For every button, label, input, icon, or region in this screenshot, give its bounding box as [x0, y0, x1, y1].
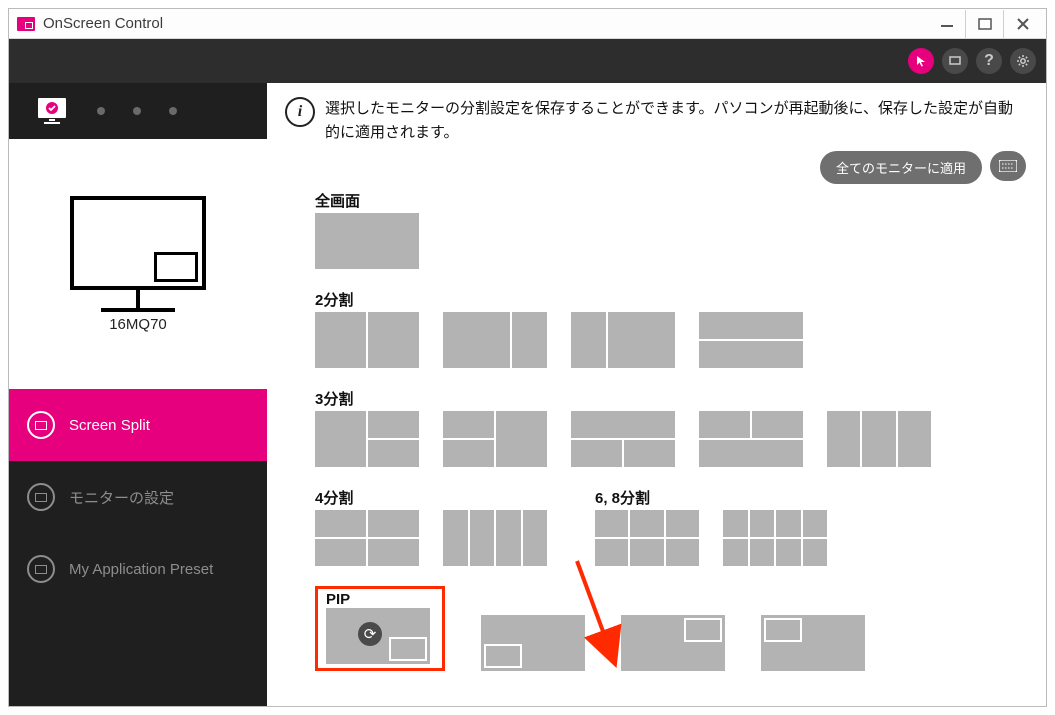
section-title: 全画面 [315, 190, 1026, 211]
nav-screen-split[interactable]: Screen Split [9, 389, 267, 461]
info-icon: i [285, 97, 315, 127]
section-title: 3分割 [315, 388, 1026, 409]
nav-label: モニターの設定 [69, 487, 174, 508]
sidebar-tab-active-icon[interactable] [35, 96, 69, 126]
layout-3-bottom[interactable] [699, 411, 803, 467]
section-fullscreen: 全画面 [315, 190, 1026, 269]
layout-2-horizontal[interactable] [699, 312, 803, 368]
layout-pip-bottom-left[interactable] [481, 615, 585, 671]
section-title: 2分割 [315, 289, 1026, 310]
description-text: 選択したモニターの分割設定を保存することができます。パソコンが再起動後に、保存し… [325, 97, 1026, 145]
gear-icon[interactable] [1010, 48, 1036, 74]
toolbar: ? [9, 39, 1046, 83]
layout-3-left[interactable] [315, 411, 419, 467]
layout-2-vertical[interactable] [315, 312, 419, 368]
maximize-button[interactable] [966, 10, 1004, 38]
monitor-icon [70, 196, 206, 290]
layout-8[interactable] [723, 510, 827, 566]
close-button[interactable] [1004, 10, 1042, 38]
pip-highlight-box: PIP ⟳ [315, 586, 445, 671]
section-3split: 3分割 [315, 388, 1026, 467]
monitor-preview: 16MQ70 [9, 139, 267, 389]
app-window: OnScreen Control ? [8, 8, 1047, 707]
screen-split-icon [27, 411, 55, 439]
layout-6[interactable] [595, 510, 699, 566]
layout-4-quad[interactable] [315, 510, 419, 566]
content-area: i 選択したモニターの分割設定を保存することができます。パソコンが再起動後に、保… [267, 83, 1046, 706]
keyboard-icon-button[interactable] [990, 151, 1026, 181]
layout-fullscreen[interactable] [315, 213, 419, 269]
layout-2-left-wide[interactable] [443, 312, 547, 368]
section-4split: 4分割 [315, 487, 547, 566]
layout-3-columns[interactable] [827, 411, 931, 467]
layout-4-columns[interactable] [443, 510, 547, 566]
monitor-settings-icon [27, 483, 55, 511]
layout-2-right-wide[interactable] [571, 312, 675, 368]
layout-3-top[interactable] [571, 411, 675, 467]
refresh-icon[interactable]: ⟳ [358, 622, 382, 646]
section-2split: 2分割 [315, 289, 1026, 368]
layout-3-right[interactable] [443, 411, 547, 467]
sidebar-tabs [9, 83, 267, 139]
section-title: PIP [326, 591, 436, 608]
apply-all-monitors-button[interactable]: 全てのモニターに適用 [820, 151, 982, 184]
sidebar: 16MQ70 Screen Split モニターの設定 My Applicati… [9, 83, 267, 706]
nav-label: Screen Split [69, 417, 150, 434]
section-68split: 6, 8分割 [595, 487, 827, 566]
section-title: 4分割 [315, 487, 547, 508]
help-icon[interactable]: ? [976, 48, 1002, 74]
section-title: 6, 8分割 [595, 487, 827, 508]
nav-label: My Application Preset [69, 561, 213, 578]
layout-pip-bottom-right[interactable]: ⟳ [326, 608, 430, 664]
tool-cursor-icon[interactable] [908, 48, 934, 74]
nav-list: Screen Split モニターの設定 My Application Pres… [9, 389, 267, 706]
app-preset-icon [27, 555, 55, 583]
sidebar-tab-dot[interactable] [169, 107, 177, 115]
monitor-model-label: 16MQ70 [109, 316, 167, 333]
tool-monitor-icon[interactable] [942, 48, 968, 74]
nav-monitor-settings[interactable]: モニターの設定 [9, 461, 267, 533]
sidebar-tab-dot[interactable] [133, 107, 141, 115]
nav-app-preset[interactable]: My Application Preset [9, 533, 267, 605]
window-title: OnScreen Control [43, 15, 163, 32]
titlebar: OnScreen Control [9, 9, 1046, 39]
app-icon [17, 17, 35, 31]
minimize-button[interactable] [928, 10, 966, 38]
layout-pip-top-left[interactable] [761, 615, 865, 671]
sidebar-tab-dot[interactable] [97, 107, 105, 115]
layout-pip-top-right[interactable] [621, 615, 725, 671]
